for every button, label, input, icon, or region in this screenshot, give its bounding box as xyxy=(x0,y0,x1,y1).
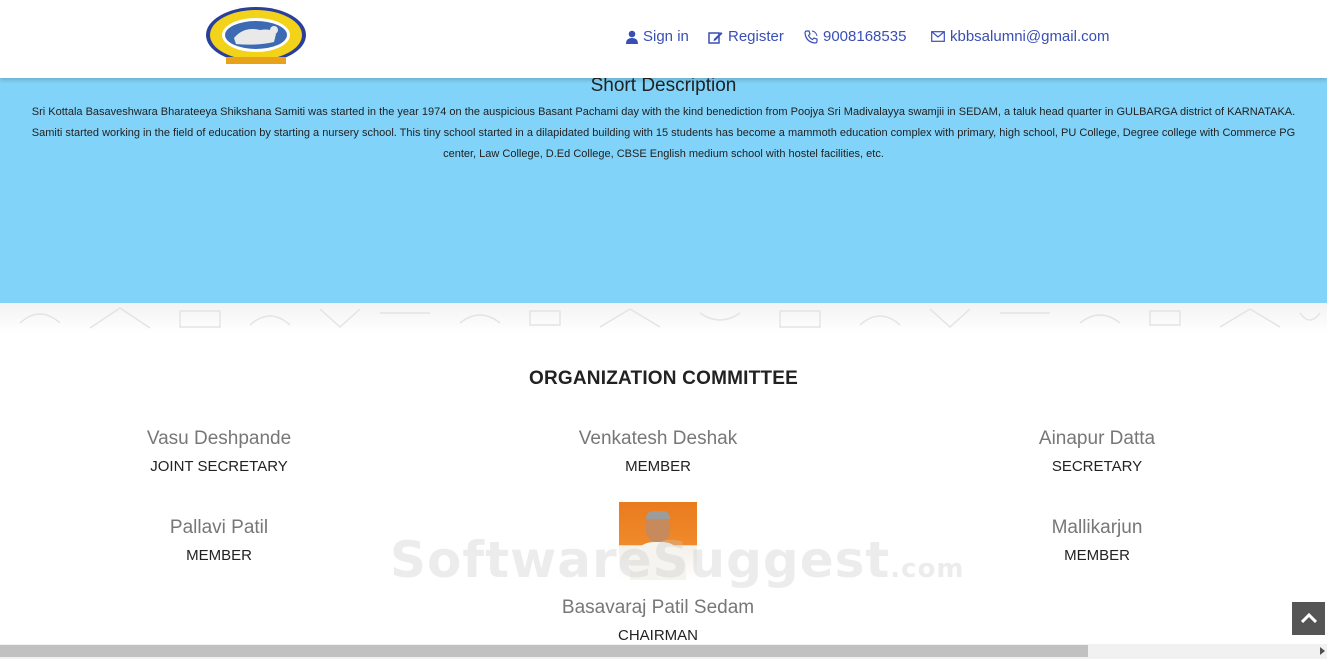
member-card-basavaraj: Basavaraj Patil Sedam CHAIRMAN xyxy=(508,597,808,646)
phone-icon xyxy=(804,29,818,44)
short-description-section: Short Description Sri Kottala Basaveshwa… xyxy=(0,75,1327,303)
user-icon xyxy=(626,30,638,44)
scroll-right-arrow-icon[interactable] xyxy=(1320,647,1325,655)
member-role: CHAIRMAN xyxy=(617,627,698,644)
short-description-title: Short Description xyxy=(590,75,737,96)
member-card-venkatesh: Venkatesh Deshak MEMBER xyxy=(508,428,808,477)
member-role: MEMBER xyxy=(186,547,252,564)
sign-in-label: Sign in xyxy=(643,28,689,45)
member-name: Mallikarjun xyxy=(1051,517,1143,538)
phone-number: 9008168535 xyxy=(823,28,907,45)
member-role: JOINT SECRETARY xyxy=(150,458,288,475)
member-name: Basavaraj Patil Sedam xyxy=(561,597,755,618)
envelope-icon xyxy=(931,31,945,42)
decorative-pattern-band xyxy=(0,303,1327,333)
member-name: Vasu Deshpande xyxy=(146,428,292,449)
member-card-vasu: Vasu Deshpande JOINT SECRETARY xyxy=(69,428,369,477)
header-nav: Sign in Register 9008168535 kbbsalumni@g… xyxy=(0,28,1327,50)
email-address: kbbsalumni@gmail.com xyxy=(950,28,1110,45)
sign-in-link[interactable]: Sign in xyxy=(626,28,689,45)
member-card-mallikarjun: Mallikarjun MEMBER xyxy=(947,517,1247,566)
member-card-pallavi: Pallavi Patil MEMBER xyxy=(69,517,369,566)
scrollbar-thumb[interactable] xyxy=(0,645,1088,657)
member-name: Pallavi Patil xyxy=(169,517,269,538)
register-label: Register xyxy=(728,28,784,45)
scroll-to-top-button[interactable] xyxy=(1292,602,1325,635)
short-description-text: Sri Kottala Basaveshwara Bharateeya Shik… xyxy=(31,106,1296,160)
member-name: Ainapur Datta xyxy=(1038,428,1156,449)
caret-up-icon xyxy=(1300,610,1317,628)
phone-link[interactable]: 9008168535 xyxy=(804,28,906,45)
member-role: SECRETARY xyxy=(1051,458,1143,475)
member-role: MEMBER xyxy=(625,458,691,475)
email-link[interactable]: kbbsalumni@gmail.com xyxy=(931,28,1109,45)
register-link[interactable]: Register xyxy=(708,28,784,45)
organization-committee-title: ORGANIZATION COMMITTEE xyxy=(529,368,798,389)
site-header: Sign in Register 9008168535 kbbsalumni@g… xyxy=(0,0,1327,78)
edit-icon xyxy=(708,30,723,44)
member-role: MEMBER xyxy=(1064,547,1130,564)
member-card-ainapur: Ainapur Datta SECRETARY xyxy=(947,428,1247,477)
horizontal-scrollbar[interactable] xyxy=(0,644,1327,659)
watermark: SoftwareSuggest.com xyxy=(390,531,965,589)
member-name: Venkatesh Deshak xyxy=(578,428,738,449)
